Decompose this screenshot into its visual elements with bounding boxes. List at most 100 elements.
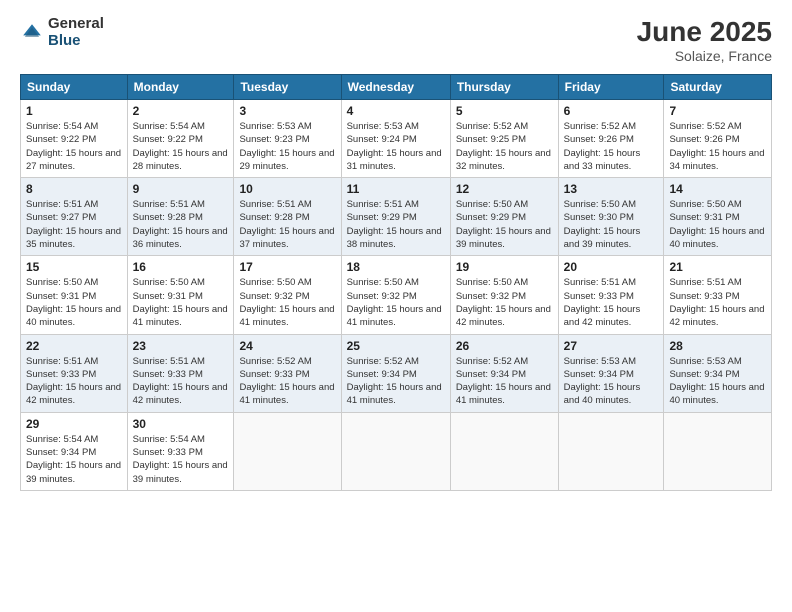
day-number: 16: [133, 260, 229, 274]
logo-blue: Blue: [48, 33, 104, 50]
table-row: 17 Sunrise: 5:50 AMSunset: 9:32 PMDayligh…: [234, 256, 341, 334]
day-number: 15: [26, 260, 122, 274]
logo-text: General Blue: [48, 16, 104, 49]
calendar-week-row: 15 Sunrise: 5:50 AMSunset: 9:31 PMDayligh…: [21, 256, 772, 334]
day-info: Sunrise: 5:50 AMSunset: 9:32 PMDaylight:…: [456, 276, 553, 329]
col-tuesday: Tuesday: [234, 75, 341, 100]
day-info: Sunrise: 5:54 AMSunset: 9:22 PMDaylight:…: [133, 120, 229, 173]
day-info: Sunrise: 5:50 AMSunset: 9:32 PMDaylight:…: [347, 276, 445, 329]
day-info: Sunrise: 5:50 AMSunset: 9:32 PMDaylight:…: [239, 276, 335, 329]
day-number: 22: [26, 339, 122, 353]
col-saturday: Saturday: [664, 75, 772, 100]
page: General Blue June 2025 Solaize, France S…: [0, 0, 792, 612]
day-info: Sunrise: 5:50 AMSunset: 9:30 PMDaylight:…: [564, 198, 659, 251]
day-info: Sunrise: 5:51 AMSunset: 9:27 PMDaylight:…: [26, 198, 122, 251]
title-block: June 2025 Solaize, France: [637, 16, 772, 64]
day-number: 25: [347, 339, 445, 353]
day-info: Sunrise: 5:53 AMSunset: 9:24 PMDaylight:…: [347, 120, 445, 173]
day-info: Sunrise: 5:53 AMSunset: 9:34 PMDaylight:…: [564, 355, 659, 408]
day-number: 17: [239, 260, 335, 274]
day-number: 8: [26, 182, 122, 196]
day-info: Sunrise: 5:52 AMSunset: 9:26 PMDaylight:…: [564, 120, 659, 173]
table-row: 13 Sunrise: 5:50 AMSunset: 9:30 PMDayligh…: [558, 178, 664, 256]
table-row: 7 Sunrise: 5:52 AMSunset: 9:26 PMDaylight…: [664, 100, 772, 178]
col-thursday: Thursday: [450, 75, 558, 100]
logo: General Blue: [20, 16, 104, 49]
day-number: 21: [669, 260, 766, 274]
day-number: 10: [239, 182, 335, 196]
day-info: Sunrise: 5:51 AMSunset: 9:28 PMDaylight:…: [239, 198, 335, 251]
table-row: 29 Sunrise: 5:54 AMSunset: 9:34 PMDayligh…: [21, 412, 128, 490]
day-info: Sunrise: 5:52 AMSunset: 9:25 PMDaylight:…: [456, 120, 553, 173]
table-row: 19 Sunrise: 5:50 AMSunset: 9:32 PMDayligh…: [450, 256, 558, 334]
day-info: Sunrise: 5:52 AMSunset: 9:26 PMDaylight:…: [669, 120, 766, 173]
day-info: Sunrise: 5:54 AMSunset: 9:22 PMDaylight:…: [26, 120, 122, 173]
table-row: 15 Sunrise: 5:50 AMSunset: 9:31 PMDayligh…: [21, 256, 128, 334]
day-info: Sunrise: 5:52 AMSunset: 9:34 PMDaylight:…: [347, 355, 445, 408]
day-info: Sunrise: 5:51 AMSunset: 9:33 PMDaylight:…: [669, 276, 766, 329]
calendar-week-row: 22 Sunrise: 5:51 AMSunset: 9:33 PMDayligh…: [21, 334, 772, 412]
day-number: 27: [564, 339, 659, 353]
table-row: [341, 412, 450, 490]
table-row: 26Sunrise: 5:52 AMSunset: 9:34 PMDayligh…: [450, 334, 558, 412]
calendar-week-row: 1 Sunrise: 5:54 AMSunset: 9:22 PMDaylight…: [21, 100, 772, 178]
day-number: 30: [133, 417, 229, 431]
header: General Blue June 2025 Solaize, France: [20, 16, 772, 64]
day-number: 23: [133, 339, 229, 353]
day-info: Sunrise: 5:52 AMSunset: 9:34 PMDaylight:…: [456, 355, 553, 408]
day-info: Sunrise: 5:50 AMSunset: 9:31 PMDaylight:…: [26, 276, 122, 329]
calendar-week-row: 8 Sunrise: 5:51 AMSunset: 9:27 PMDaylight…: [21, 178, 772, 256]
day-number: 4: [347, 104, 445, 118]
table-row: 25 Sunrise: 5:52 AMSunset: 9:34 PMDayligh…: [341, 334, 450, 412]
day-info: Sunrise: 5:54 AMSunset: 9:34 PMDaylight:…: [26, 433, 122, 486]
day-number: 20: [564, 260, 659, 274]
day-number: 1: [26, 104, 122, 118]
day-number: 6: [564, 104, 659, 118]
table-row: 10 Sunrise: 5:51 AMSunset: 9:28 PMDayligh…: [234, 178, 341, 256]
logo-general: General: [48, 16, 104, 33]
day-info: Sunrise: 5:50 AMSunset: 9:31 PMDaylight:…: [133, 276, 229, 329]
day-number: 14: [669, 182, 766, 196]
day-info: Sunrise: 5:50 AMSunset: 9:29 PMDaylight:…: [456, 198, 553, 251]
col-friday: Friday: [558, 75, 664, 100]
table-row: 30Sunrise: 5:54 AMSunset: 9:33 PMDayligh…: [127, 412, 234, 490]
logo-icon: [20, 21, 44, 45]
day-info: Sunrise: 5:50 AMSunset: 9:31 PMDaylight:…: [669, 198, 766, 251]
day-info: Sunrise: 5:51 AMSunset: 9:29 PMDaylight:…: [347, 198, 445, 251]
table-row: 18Sunrise: 5:50 AMSunset: 9:32 PMDayligh…: [341, 256, 450, 334]
day-number: 11: [347, 182, 445, 196]
calendar-table: Sunday Monday Tuesday Wednesday Thursday…: [20, 74, 772, 491]
day-info: Sunrise: 5:52 AMSunset: 9:33 PMDaylight:…: [239, 355, 335, 408]
day-info: Sunrise: 5:51 AMSunset: 9:33 PMDaylight:…: [133, 355, 229, 408]
day-number: 13: [564, 182, 659, 196]
col-monday: Monday: [127, 75, 234, 100]
table-row: [558, 412, 664, 490]
day-info: Sunrise: 5:51 AMSunset: 9:33 PMDaylight:…: [564, 276, 659, 329]
table-row: [234, 412, 341, 490]
table-row: 12 Sunrise: 5:50 AMSunset: 9:29 PMDayligh…: [450, 178, 558, 256]
day-number: 5: [456, 104, 553, 118]
table-row: 9 Sunrise: 5:51 AMSunset: 9:28 PMDaylight…: [127, 178, 234, 256]
day-number: 19: [456, 260, 553, 274]
table-row: 4 Sunrise: 5:53 AMSunset: 9:24 PMDaylight…: [341, 100, 450, 178]
day-number: 7: [669, 104, 766, 118]
day-info: Sunrise: 5:51 AMSunset: 9:28 PMDaylight:…: [133, 198, 229, 251]
day-number: 12: [456, 182, 553, 196]
table-row: [450, 412, 558, 490]
table-row: 3Sunrise: 5:53 AMSunset: 9:23 PMDaylight…: [234, 100, 341, 178]
day-number: 2: [133, 104, 229, 118]
table-row: 2 Sunrise: 5:54 AMSunset: 9:22 PMDaylight…: [127, 100, 234, 178]
table-row: 11 Sunrise: 5:51 AMSunset: 9:29 PMDayligh…: [341, 178, 450, 256]
day-number: 29: [26, 417, 122, 431]
day-number: 24: [239, 339, 335, 353]
table-row: [664, 412, 772, 490]
day-number: 3: [239, 104, 335, 118]
table-row: 27 Sunrise: 5:53 AMSunset: 9:34 PMDayligh…: [558, 334, 664, 412]
table-row: 22Sunrise: 5:51 AMSunset: 9:33 PMDayligh…: [21, 334, 128, 412]
table-row: 21 Sunrise: 5:51 AMSunset: 9:33 PMDayligh…: [664, 256, 772, 334]
month-title: June 2025: [637, 16, 772, 48]
table-row: 20 Sunrise: 5:51 AMSunset: 9:33 PMDayligh…: [558, 256, 664, 334]
day-info: Sunrise: 5:53 AMSunset: 9:34 PMDaylight:…: [669, 355, 766, 408]
day-number: 28: [669, 339, 766, 353]
day-number: 9: [133, 182, 229, 196]
